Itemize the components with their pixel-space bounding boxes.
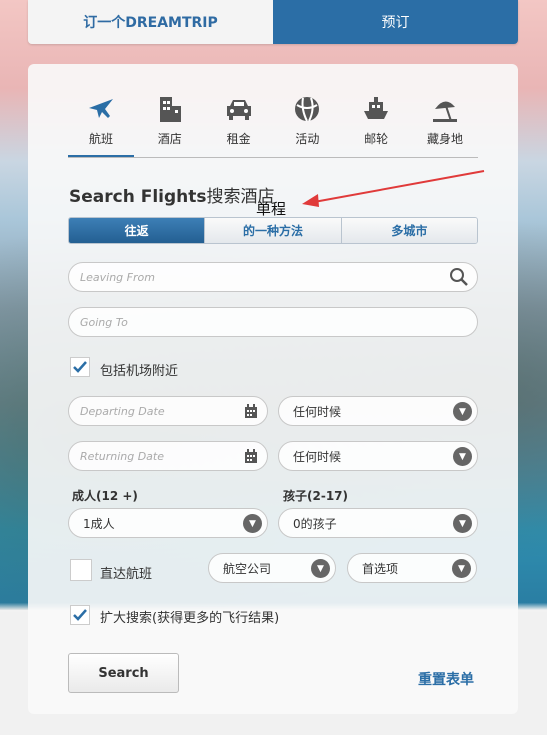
trip-type-multicity[interactable]: 多城市: [340, 218, 477, 243]
chevron-down-icon: ▼: [453, 514, 472, 533]
check-icon: [73, 361, 87, 373]
category-label: 藏身地: [426, 132, 463, 146]
adults-label: 成人(12 +): [72, 489, 138, 503]
category-divider: [68, 157, 478, 158]
departing-date-input[interactable]: Departing Date: [68, 396, 268, 426]
category-flights[interactable]: 航班: [68, 92, 134, 158]
category-cars[interactable]: 租金: [206, 92, 272, 158]
chevron-down-icon: ▼: [452, 559, 471, 578]
going-to-placeholder: Going To: [80, 315, 128, 329]
nonstop-label: 直达航班: [100, 567, 153, 582]
car-icon: [222, 92, 256, 126]
check-icon: [73, 609, 87, 621]
nearby-airports-label: 包括机场附近: [100, 364, 179, 379]
annotation-note: 单程: [256, 200, 287, 218]
returning-date-input[interactable]: Returning Date: [68, 441, 268, 471]
preference-value: 首选项: [362, 561, 399, 576]
ball-icon: [290, 92, 324, 126]
returning-time-select[interactable]: 任何时候 ▼: [278, 441, 478, 471]
ship-icon: [359, 92, 393, 126]
leaving-from-placeholder: Leaving From: [80, 270, 155, 284]
children-label: 孩子(2-17): [283, 489, 348, 503]
search-card: 航班 酒店 租金 活动 邮轮 藏身地 Search Flights搜索酒店 单程…: [28, 64, 518, 714]
airline-select[interactable]: 航空公司 ▼: [208, 553, 336, 583]
airplane-icon: [84, 92, 118, 126]
adults-select[interactable]: 1成人 ▼: [68, 508, 268, 538]
departing-time-select[interactable]: 任何时候 ▼: [278, 396, 478, 426]
trip-type-selector: 往返 的一种方法 多城市: [68, 217, 478, 244]
page-title: Search Flights搜索酒店: [69, 187, 275, 207]
children-value: 0的孩子: [293, 516, 337, 531]
category-activities[interactable]: 活动: [274, 92, 340, 158]
top-tabs: 订一个DREAMTRIP 预订: [28, 0, 518, 44]
departing-time-value: 任何时候: [293, 404, 342, 419]
departing-date-placeholder: Departing Date: [80, 404, 165, 418]
expand-search-checkbox[interactable]: [70, 605, 90, 625]
nonstop-checkbox[interactable]: [70, 559, 92, 581]
category-label: 活动: [295, 132, 320, 146]
airline-value: 航空公司: [223, 561, 272, 576]
category-label: 航班: [88, 132, 113, 146]
arrow-icon: [302, 170, 485, 207]
category-label: 租金: [226, 132, 251, 146]
expand-search-label: 扩大搜索(获得更多的飞行结果): [100, 611, 280, 626]
going-to-input[interactable]: Going To: [68, 307, 478, 337]
returning-date-placeholder: Returning Date: [80, 449, 164, 463]
category-label: 邮轮: [364, 132, 389, 146]
category-nav: 航班 酒店 租金 活动 邮轮 藏身地: [68, 92, 478, 158]
preference-select[interactable]: 首选项 ▼: [347, 553, 477, 583]
calendar-icon[interactable]: [244, 449, 258, 464]
category-hotels[interactable]: 酒店: [137, 92, 203, 158]
adults-value: 1成人: [83, 516, 115, 531]
children-select[interactable]: 0的孩子 ▼: [278, 508, 478, 538]
chevron-down-icon: ▼: [453, 402, 472, 421]
reset-form-link[interactable]: 重置表单: [418, 669, 474, 689]
category-getaways[interactable]: 藏身地: [412, 92, 478, 158]
trip-type-oneway[interactable]: 的一种方法: [204, 218, 341, 243]
tab-book[interactable]: 预订: [273, 0, 518, 44]
calendar-icon[interactable]: [244, 404, 258, 419]
category-label: 酒店: [157, 132, 182, 146]
tab-dreamtrip[interactable]: 订一个DREAMTRIP: [28, 0, 273, 44]
search-button[interactable]: Search: [68, 653, 179, 693]
beach-icon: [428, 92, 462, 126]
trip-type-roundtrip[interactable]: 往返: [69, 218, 205, 243]
chevron-down-icon: ▼: [453, 447, 472, 466]
category-cruises[interactable]: 邮轮: [343, 92, 409, 158]
chevron-down-icon: ▼: [243, 514, 262, 533]
building-icon: [153, 92, 187, 126]
search-icon[interactable]: [449, 267, 469, 287]
chevron-down-icon: ▼: [311, 559, 330, 578]
returning-time-value: 任何时候: [293, 449, 342, 464]
leaving-from-input[interactable]: Leaving From: [68, 262, 478, 292]
nearby-airports-checkbox[interactable]: [70, 357, 90, 377]
